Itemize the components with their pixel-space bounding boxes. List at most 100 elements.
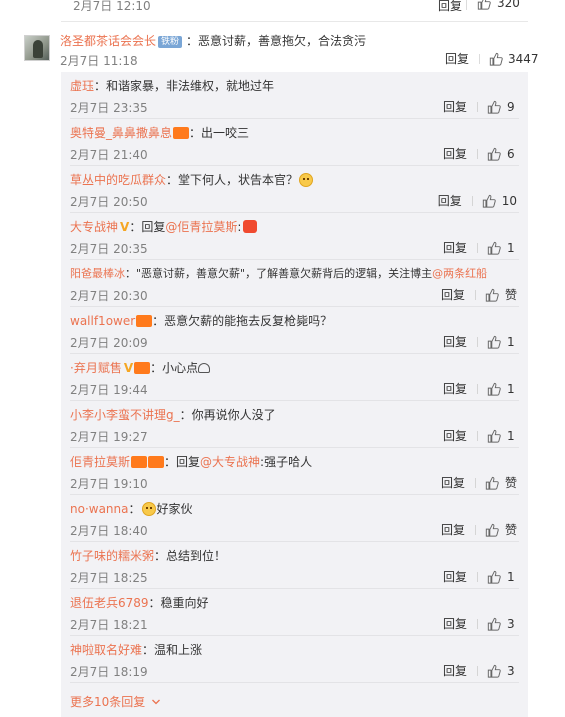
reply-button[interactable]: 回复: [443, 98, 467, 115]
fan-level-icon: [136, 315, 153, 327]
like-button[interactable]: 1: [487, 335, 517, 349]
reply-username[interactable]: ·弃月赋售: [70, 361, 122, 375]
list-item: 虚珏：和谐家暴，非法维权，就地过年 2月7日 23:35 回复 9: [61, 72, 528, 119]
like-button[interactable]: 赞: [485, 521, 517, 538]
reply-button[interactable]: 回复: [441, 286, 465, 303]
reply-text: ：你再说你人没了: [179, 408, 276, 422]
reply-button[interactable]: 回复: [438, 0, 462, 14]
reply-username[interactable]: 佢青拉莫斯: [70, 455, 130, 469]
reply-date: 2月7日 23:35: [70, 101, 148, 115]
reply-button[interactable]: 回复: [443, 333, 467, 350]
reply-button[interactable]: 回复: [443, 568, 467, 585]
like-button[interactable]: 赞: [485, 474, 517, 491]
avatar[interactable]: [24, 35, 50, 61]
reply-username[interactable]: wallf1ower: [70, 314, 135, 328]
like-count: 赞: [504, 476, 517, 490]
reply-text: ：出一咬三: [189, 126, 250, 140]
comment-body: 洛圣都茶话会会长 铁粉 ：恶意讨薪，善意拖欠，合法贪污: [60, 32, 366, 49]
list-item: 竹子味的糯米粥：总结到位！ 2月7日 18:25 回复 1: [61, 542, 528, 589]
thumbs-up-icon: [487, 382, 501, 396]
reply-text: ：稳重向好: [148, 596, 209, 610]
action-separator: [477, 101, 478, 112]
fan-level-icon: [134, 362, 151, 374]
reply-text: ：堂下何人，状告本官？: [166, 173, 299, 187]
reply-button[interactable]: 回复: [443, 615, 467, 632]
like-button[interactable]: 9: [487, 100, 517, 114]
thumbs-up-icon: [487, 570, 501, 584]
list-item: ·弃月赋售 V ：小心点 2月7日 19:44 回复 1: [61, 354, 528, 401]
reply-text: ：温和上涨: [142, 643, 203, 657]
like-button[interactable]: 赞: [485, 286, 517, 303]
thumbs-up-icon: [487, 429, 501, 443]
like-button[interactable]: 1: [487, 429, 517, 443]
reply-button[interactable]: 回复: [443, 239, 467, 256]
like-count: 1: [507, 334, 515, 349]
reply-button[interactable]: 回复: [445, 50, 469, 67]
reply-username[interactable]: 退伍老兵6789: [70, 596, 149, 610]
reply-button[interactable]: 回复: [441, 474, 465, 491]
thumbs-up-icon: [485, 288, 499, 302]
mention-link[interactable]: @佢青拉莫斯: [165, 220, 237, 234]
thumbs-up-icon: [487, 100, 501, 114]
reply-username[interactable]: 大专战神: [70, 220, 118, 234]
reply-username[interactable]: 竹子味的糯米粥: [70, 549, 154, 563]
reply-button[interactable]: 回复: [443, 145, 467, 162]
reply-button[interactable]: 回复: [443, 427, 467, 444]
like-button[interactable]: 6: [487, 147, 517, 161]
action-separator: [479, 53, 481, 64]
vip-icon: V: [120, 220, 130, 234]
reply-button[interactable]: 回复: [438, 192, 462, 209]
mention-link[interactable]: @大专战神: [200, 455, 260, 469]
like-button[interactable]: 1: [487, 241, 517, 255]
reply-date: 2月7日 19:44: [70, 383, 148, 397]
reply-date: 2月7日 19:10: [70, 477, 148, 491]
reply-username[interactable]: 奥特曼_鼻鼻撒鼻息: [70, 126, 172, 140]
reply-button[interactable]: 回复: [443, 662, 467, 679]
like-button[interactable]: 320: [477, 0, 520, 10]
previous-comment-footer: 2月7日 12:10 回复 320: [0, 0, 565, 15]
reply-username[interactable]: 神啦取名好难: [70, 643, 142, 657]
like-button[interactable]: 1: [487, 570, 517, 584]
reply-date: 2月7日 19:27: [70, 430, 148, 444]
fan-badge[interactable]: 铁粉: [158, 36, 183, 48]
comment-username[interactable]: 洛圣都茶话会会长: [60, 34, 156, 48]
thumbs-up-icon: [489, 52, 503, 66]
like-button[interactable]: 3447: [489, 52, 539, 66]
thumbs-up-icon: [477, 0, 491, 10]
reply-date: 2月7日 18:21: [70, 618, 148, 632]
action-separator: [466, 0, 467, 10]
like-count: 6: [507, 146, 515, 161]
like-button[interactable]: 3: [487, 664, 517, 678]
list-item: no·wanna： 好家伙 2月7日 18:40 回复赞: [61, 495, 528, 542]
reply-text: ：恶意欠薪的能拖去反复枪毙吗？: [152, 314, 333, 328]
reply-button[interactable]: 回复: [441, 521, 465, 538]
comment-date: 2月7日 12:10: [73, 0, 151, 13]
reply-username[interactable]: 草丛中的吃瓜群众: [70, 173, 166, 187]
comment-date: 2月7日 11:18: [60, 54, 138, 68]
reply-date: 2月7日 20:50: [70, 195, 148, 209]
list-item: 小李小李蛮不讲理g_：你再说你人没了 2月7日 19:27 回复 1: [61, 401, 528, 448]
more-replies-link[interactable]: 更多10条回复: [70, 693, 161, 710]
like-button[interactable]: 3: [487, 617, 517, 631]
reply-username[interactable]: 小李小李蛮不讲理g_: [70, 408, 180, 422]
action-separator: [477, 430, 478, 441]
thumbs-up-icon: [487, 241, 501, 255]
list-item: 神啦取名好难：温和上涨 2月7日 18:19 回复 3: [61, 636, 528, 683]
reply-username[interactable]: 阳爸最棒冰: [70, 267, 125, 280]
action-separator: [474, 524, 476, 535]
action-separator: [477, 571, 478, 582]
thumbs-up-icon: [487, 664, 501, 678]
reply-date: 2月7日 20:09: [70, 336, 148, 350]
reply-button[interactable]: 回复: [443, 380, 467, 397]
fan-level-icon: [131, 456, 148, 468]
mention-link[interactable]: @两条红船: [432, 267, 487, 280]
reply-username[interactable]: 虚珏: [70, 79, 94, 93]
reply-prefix: ：回复: [164, 455, 201, 469]
divider: [61, 21, 528, 22]
like-count: 赞: [504, 288, 517, 302]
like-button[interactable]: 1: [487, 382, 517, 396]
reply-username[interactable]: no·wanna: [70, 502, 129, 516]
like-button[interactable]: 10: [482, 194, 517, 208]
reply-text: :: [237, 220, 242, 234]
doge-emoji-icon: [299, 173, 314, 187]
